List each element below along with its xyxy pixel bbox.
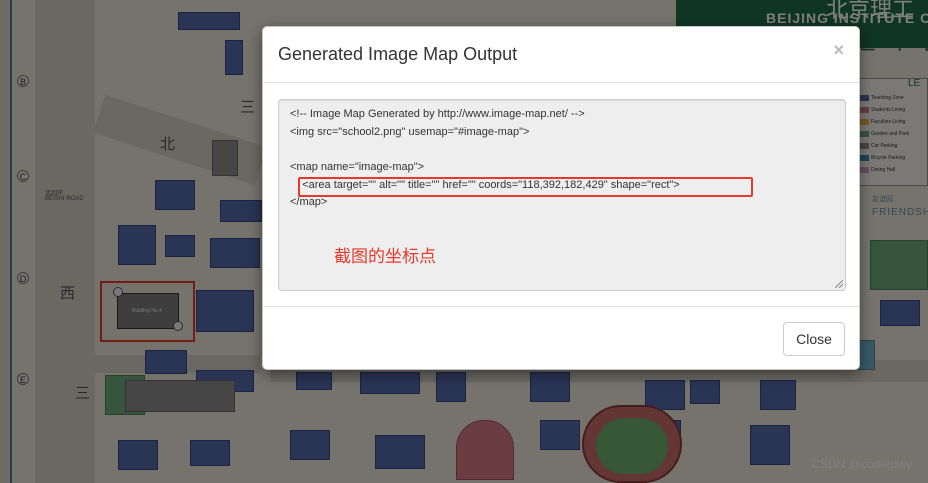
code-line-map-close: </map>: [290, 196, 328, 208]
close-icon[interactable]: ×: [833, 41, 844, 59]
dialog-footer: Close: [263, 306, 859, 370]
resize-grip-icon[interactable]: [835, 280, 843, 288]
code-line-comment: <!-- Image Map Generated by http://www.i…: [290, 108, 585, 120]
image-map-output-dialog: Generated Image Map Output × <!-- Image …: [262, 26, 860, 370]
dialog-title: Generated Image Map Output: [278, 44, 518, 64]
area-highlight-box: [298, 177, 753, 197]
dialog-header: Generated Image Map Output ×: [263, 27, 859, 83]
annotation-label: 截图的坐标点: [334, 247, 436, 266]
close-button[interactable]: Close: [783, 322, 845, 356]
code-line-map-open: <map name="image-map">: [290, 161, 425, 173]
generated-code-textarea[interactable]: <!-- Image Map Generated by http://www.i…: [278, 99, 846, 291]
code-line-img: <img src="school2.png" usemap="#image-ma…: [290, 126, 530, 138]
